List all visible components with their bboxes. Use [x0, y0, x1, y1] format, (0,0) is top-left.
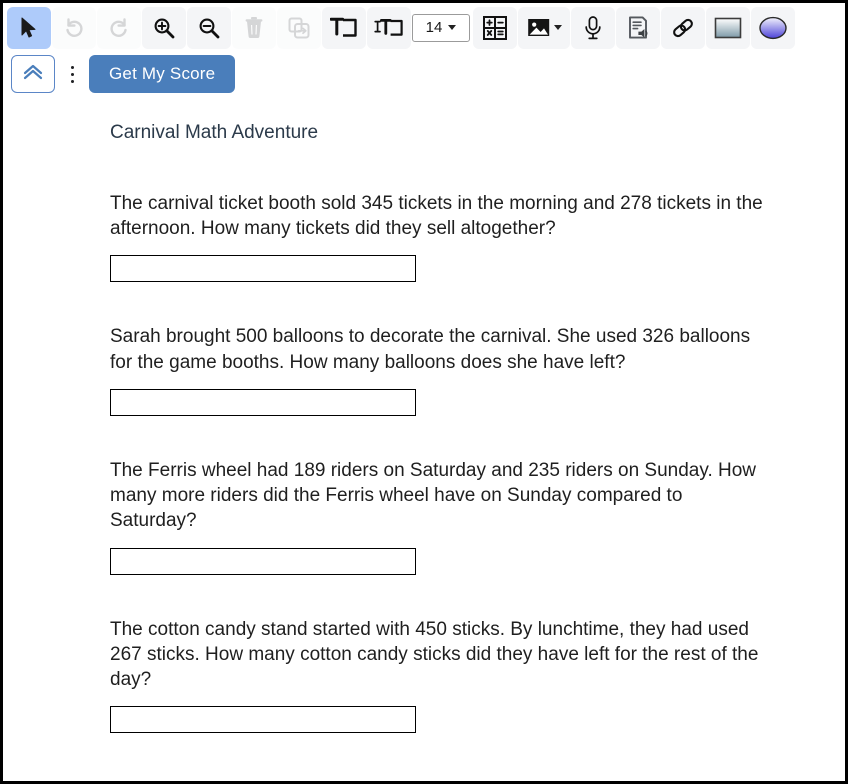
kebab-menu-icon: [70, 79, 74, 83]
main-toolbar: 14: [3, 3, 845, 50]
answer-input-1[interactable]: [110, 255, 416, 283]
zoom-out-icon: [197, 16, 221, 40]
undo-icon: [62, 16, 86, 40]
calculator-icon: [482, 15, 508, 41]
zoom-in-icon: [152, 16, 176, 40]
page-title: Carnival Math Adventure: [110, 122, 319, 143]
read-aloud-button[interactable]: [616, 6, 660, 49]
read-aloud-icon: [626, 15, 650, 40]
image-icon: [527, 17, 551, 39]
text-style-button[interactable]: [367, 6, 411, 49]
ellipse-shape-icon: [758, 15, 788, 41]
duplicate-button[interactable]: [277, 6, 321, 49]
undo-button[interactable]: [52, 6, 96, 49]
chevron-down-icon: [448, 25, 457, 30]
question-block-3: The Ferris wheel had 189 riders on Satur…: [110, 458, 845, 575]
microphone-button[interactable]: [571, 6, 615, 49]
question-text: The carnival ticket booth sold 345 ticke…: [110, 192, 763, 240]
rectangle-shape-icon: [714, 17, 742, 39]
cursor-arrow-icon: [19, 17, 39, 39]
secondary-toolbar: Get My Score: [3, 50, 845, 98]
zoom-in-button[interactable]: [142, 6, 186, 49]
delete-button[interactable]: [232, 6, 276, 49]
kebab-menu-icon: [70, 65, 74, 69]
text-format-group: 14: [367, 6, 472, 49]
question-block-4: The cotton candy stand started with 450 …: [110, 617, 845, 734]
redo-button[interactable]: [97, 6, 141, 49]
select-tool[interactable]: [7, 6, 51, 49]
font-size-value: 14: [425, 19, 443, 36]
zoom-out-button[interactable]: [187, 6, 231, 49]
trash-icon: [243, 16, 265, 40]
app-window: 14 Get My Score Carnival Math Adventure …: [0, 0, 848, 784]
redo-icon: [107, 16, 131, 40]
collapse-toolbar-button[interactable]: [11, 55, 55, 93]
text-format-icon: [374, 16, 404, 40]
chevron-down-icon: [553, 25, 562, 30]
question-block-2: Sarah brought 500 balloons to decorate t…: [110, 324, 845, 416]
more-options-button[interactable]: [65, 59, 79, 89]
duplicate-icon: [287, 16, 311, 40]
math-tool-button[interactable]: [473, 6, 517, 49]
question-text: The Ferris wheel had 189 riders on Satur…: [110, 459, 757, 532]
text-box-icon: [330, 16, 358, 40]
link-button[interactable]: [661, 6, 705, 49]
link-icon: [671, 16, 695, 40]
double-chevron-up-icon: [21, 62, 45, 87]
shape-rect-button[interactable]: [706, 6, 750, 49]
add-text-button[interactable]: [322, 6, 366, 49]
question-text: Sarah brought 500 balloons to decorate t…: [110, 326, 751, 373]
answer-input-4[interactable]: [110, 706, 416, 734]
insert-image-button[interactable]: [518, 6, 570, 49]
worksheet-canvas: Carnival Math Adventure The carnival tic…: [3, 122, 845, 734]
kebab-menu-icon: [70, 72, 74, 76]
answer-input-3[interactable]: [110, 547, 416, 575]
microphone-icon: [582, 15, 604, 41]
font-size-select[interactable]: 14: [412, 13, 470, 42]
question-block-1: The carnival ticket booth sold 345 ticke…: [110, 191, 845, 283]
question-text: The cotton candy stand started with 450 …: [110, 618, 759, 691]
shape-ellipse-button[interactable]: [751, 6, 795, 49]
get-my-score-button[interactable]: Get My Score: [89, 55, 236, 93]
answer-input-2[interactable]: [110, 388, 416, 416]
